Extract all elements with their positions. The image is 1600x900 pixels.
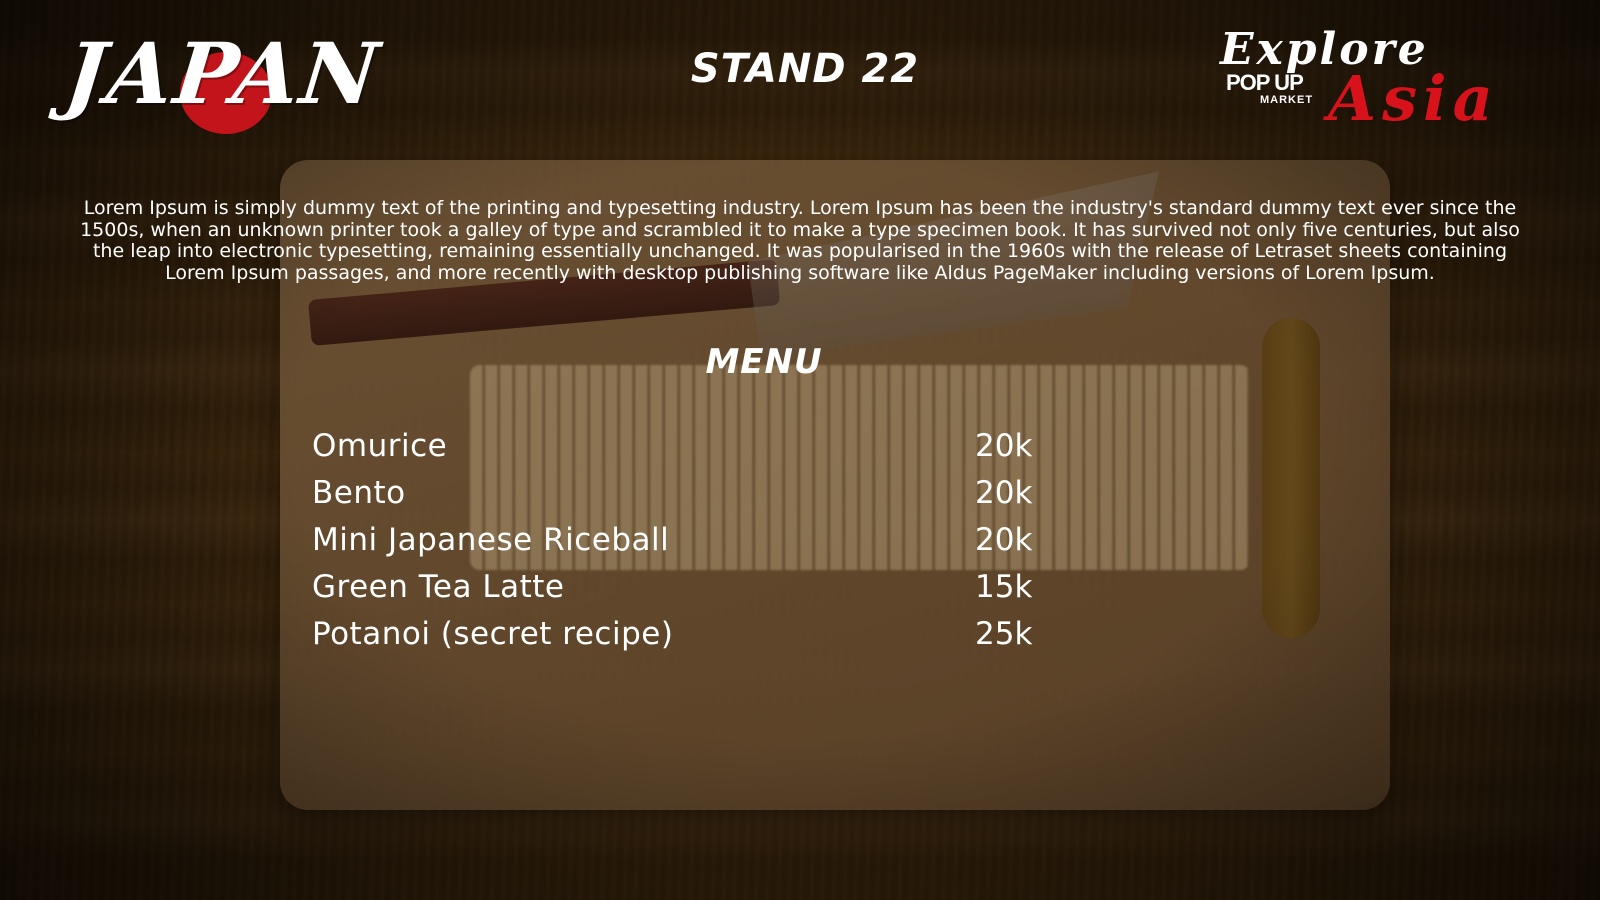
menu-item-price: 25k <box>975 616 1033 652</box>
menu-item: Omurice 20k <box>312 428 1052 475</box>
brand-asia-text: Asia <box>1328 62 1499 135</box>
menu-list: Omurice 20k Bento 20k Mini Japanese Rice… <box>312 428 1052 663</box>
menu-item: Bento 20k <box>312 475 1052 522</box>
menu-item: Green Tea Latte 15k <box>312 569 1052 616</box>
brand-popup-text: POP UP <box>1226 70 1304 95</box>
menu-item: Potanoi (secret recipe) 25k <box>312 616 1052 663</box>
menu-item-name: Mini Japanese Riceball <box>312 522 670 558</box>
menu-item-name: Bento <box>312 475 406 511</box>
menu-title: MENU <box>705 342 823 382</box>
menu-item-price: 20k <box>975 475 1033 511</box>
stand-number: STAND 22 <box>690 46 920 92</box>
menu-item-name: Potanoi (secret recipe) <box>312 616 674 652</box>
menu-item-name: Omurice <box>312 428 448 464</box>
brand-market-text: MARKET <box>1260 94 1314 106</box>
menu-item-price: 15k <box>975 569 1033 605</box>
menu-item-price: 20k <box>975 428 1033 464</box>
menu-item: Mini Japanese Riceball 20k <box>312 522 1052 569</box>
description-text: Lorem Ipsum is simply dummy text of the … <box>80 197 1520 284</box>
explore-asia-logo: Explore POP UP MARKET Asia <box>1220 24 1580 135</box>
menu-item-name: Green Tea Latte <box>312 569 565 605</box>
menu-item-price: 20k <box>975 522 1033 558</box>
